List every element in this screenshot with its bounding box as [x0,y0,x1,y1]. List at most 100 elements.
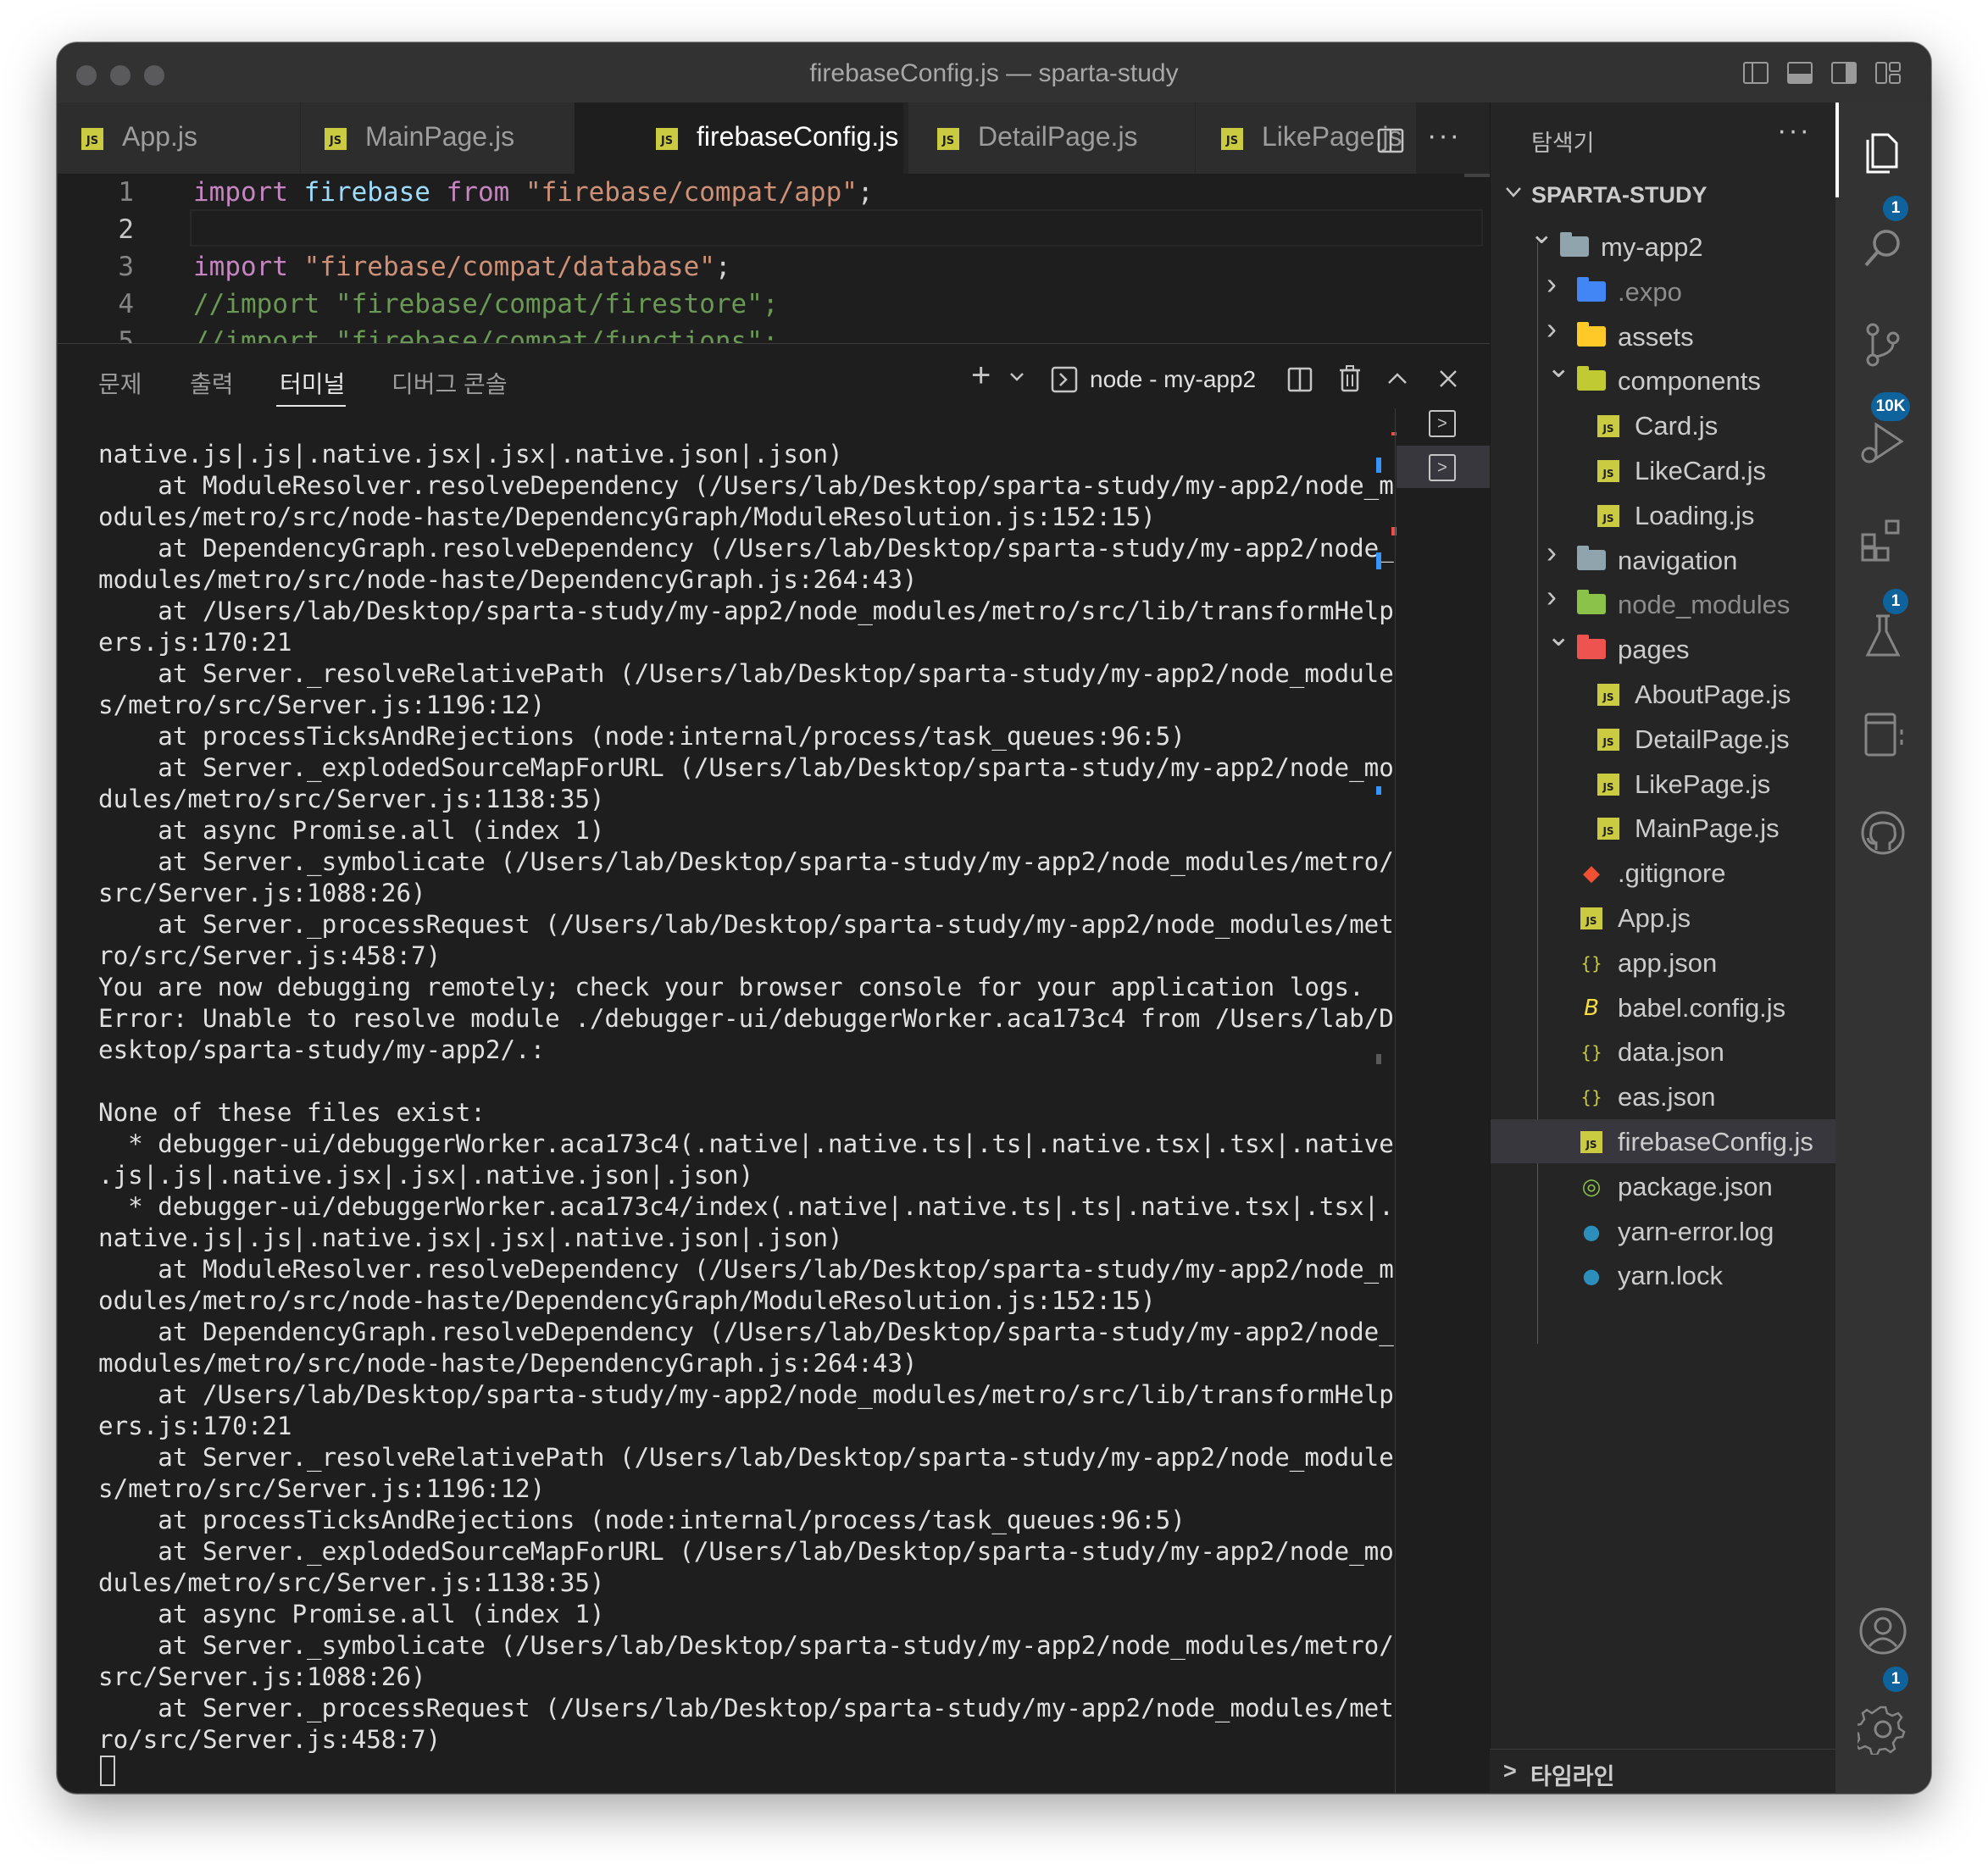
chevron-down-icon[interactable]: ⌄ [1547,353,1571,382]
explorer-sidebar: 탐색기 ··· SPARTA-STUDY ⌄ my-app2 › .expo › asse… [1490,103,1836,1793]
split-terminal-icon[interactable] [1286,366,1313,393]
github-icon[interactable] [1858,807,1908,858]
tab-label: App.js [122,121,197,152]
folder-icon [1577,276,1606,302]
testing-icon[interactable] [1858,611,1908,662]
chevron-right-icon[interactable]: › [1547,581,1557,612]
accounts-badge: 1 [1883,1667,1908,1692]
tree-item-label: yarn.lock [1618,1261,1724,1291]
folder-icon [1577,321,1606,347]
remote-explorer-icon[interactable] [1858,709,1908,760]
line-number: 5 [118,326,134,343]
tree-item-detailpage-js[interactable]: JS DetailPage.js [1491,717,1836,761]
tree-item-app-js[interactable]: JS App.js [1491,896,1836,940]
chevron-right-icon[interactable]: › [1547,313,1557,343]
line-number: 3 [118,252,134,282]
tree-item-likepage-js[interactable]: JS LikePage.js [1491,762,1836,806]
chevron-right-icon: > [1503,1758,1517,1784]
panel-tab-debug-console[interactable]: 디버그 콘솔 [391,366,508,400]
tree-item-assets[interactable]: › assets [1491,313,1836,358]
maximize-panel-icon[interactable] [1386,371,1408,386]
code-token: //import "firebase/compat/firestore"; [193,289,779,319]
explorer-icon[interactable] [1858,125,1908,175]
js-file-icon: JS [1221,128,1243,150]
tree-item-likecard-js[interactable]: JS LikeCard.js [1491,448,1836,492]
tree-item-label: .gitignore [1618,858,1726,889]
tree-item-package-json[interactable]: ◎ package.json [1491,1164,1836,1208]
explorer-badge: 1 [1883,196,1908,221]
more-actions-icon[interactable]: ··· [1427,119,1461,153]
panel-tab-terminal[interactable]: 터미널 [280,366,345,400]
chevron-right-icon[interactable]: › [1547,536,1557,567]
bottom-panel: 문제 출력 터미널 디버그 콘솔 + node - my-app2 native… [58,343,1490,1793]
tree-item-label: LikeCard.js [1635,456,1767,485]
code-token: ; [857,177,874,208]
editor-tab-detailpage-js[interactable]: JS DetailPage.js [908,103,1196,174]
tree-item-node-modules[interactable]: › node_modules [1491,581,1836,626]
toggle-primary-sidebar-icon[interactable] [1742,60,1769,86]
chevron-right-icon[interactable]: › [1547,268,1557,298]
tree-item-yarn-lock[interactable]: ● yarn.lock [1491,1253,1836,1297]
chevron-down-icon[interactable] [1504,186,1523,199]
tree-item-label: app.json [1618,947,1718,978]
editor-tab-firebaseconfig-js[interactable]: JS firebaseConfig.js [575,103,903,174]
tree-item-gitignore[interactable]: ◆ .gitignore [1491,851,1836,895]
accounts-icon[interactable] [1858,1606,1908,1656]
chevron-down-icon[interactable]: ⌄ [1530,219,1554,248]
timeline-section[interactable]: > 타임라인 [1490,1749,1835,1793]
tree-item-aboutpage-js[interactable]: JS AboutPage.js [1491,672,1836,716]
scrollbar-marker [1376,1054,1381,1064]
trash-icon[interactable] [1337,364,1363,393]
close-panel-icon[interactable] [1439,369,1458,388]
tree-item-components[interactable]: ⌄ components [1491,353,1836,402]
tree-item-pages[interactable]: ⌄ pages [1491,622,1836,671]
tree-item-app-json[interactable]: {} app.json [1491,940,1836,985]
js-file-icon: JS [1580,1131,1602,1153]
js-file-icon: JS [1597,773,1619,796]
panel-tab-output[interactable]: 출력 [190,366,234,400]
vscode-window: firebaseConfig.js — sparta-study JS App.… [57,42,1931,1794]
tree-item-expo[interactable]: › .expo [1491,268,1836,313]
code-editor[interactable]: 1 import firebase from "firebase/compat/a… [58,174,1490,343]
yarn-file-icon: ● [1582,1219,1601,1244]
tree-item-babel-config-js[interactable]: Bbabel.config.js [1491,985,1836,1029]
babel-file-icon: B [1584,995,1599,1021]
toggle-panel-icon[interactable] [1786,60,1813,86]
js-file-icon: JS [1597,460,1619,482]
yarn-file-icon: ● [1582,1264,1601,1289]
customize-layout-icon[interactable] [1874,60,1902,86]
tree-item-yarn-error-log[interactable]: ● yarn-error.log [1491,1209,1836,1253]
tree-item-label: Card.js [1635,411,1719,441]
json-file-icon: {} [1580,1042,1602,1063]
git-file-icon: ◆ [1583,861,1600,887]
terminal-list-item[interactable]: > [1397,402,1490,444]
tree-item-loading-js[interactable]: JS Loading.js [1491,493,1836,537]
settings-gear-icon[interactable] [1858,1704,1908,1755]
new-terminal-icon[interactable]: + [971,358,991,392]
search-icon[interactable] [1858,223,1908,274]
code-token: "firebase/compat/app" [525,177,858,208]
tree-item-navigation[interactable]: › navigation [1491,536,1836,582]
terminal-list-item-active[interactable]: > [1397,446,1490,488]
split-editor-icon[interactable] [1376,126,1405,155]
toggle-secondary-sidebar-icon[interactable] [1830,60,1858,86]
run-debug-icon[interactable] [1858,418,1908,469]
more-actions-icon[interactable]: ··· [1777,114,1811,147]
tree-item-my-app2[interactable]: ⌄ my-app2 [1491,219,1836,269]
tree-item-data-json[interactable]: {} data.json [1491,1029,1836,1073]
editor-tab-app-js[interactable]: JS App.js [58,103,301,174]
project-header[interactable]: SPARTA-STUDY [1531,182,1708,208]
source-control-icon[interactable] [1858,319,1908,370]
panel-tab-problems[interactable]: 문제 [98,366,142,400]
tree-item-eas-json[interactable]: {} eas.json [1491,1074,1836,1118]
tree-item-label: MainPage.js [1635,813,1780,844]
tree-item-card-js[interactable]: JS Card.js [1491,403,1836,447]
terminal-name[interactable]: node - my-app2 [1090,366,1256,393]
extensions-icon[interactable] [1858,516,1908,567]
chevron-down-icon[interactable]: ⌄ [1547,622,1571,651]
tree-item-firebaseconfig-js[interactable]: JS firebaseConfig.js [1491,1119,1836,1163]
tree-item-mainpage-js[interactable]: JS MainPage.js [1491,806,1836,850]
chevron-down-icon[interactable] [1008,371,1025,383]
terminal-output[interactable]: native.js|.js|.native.jsx|.jsx|.native.j… [98,439,1420,1789]
